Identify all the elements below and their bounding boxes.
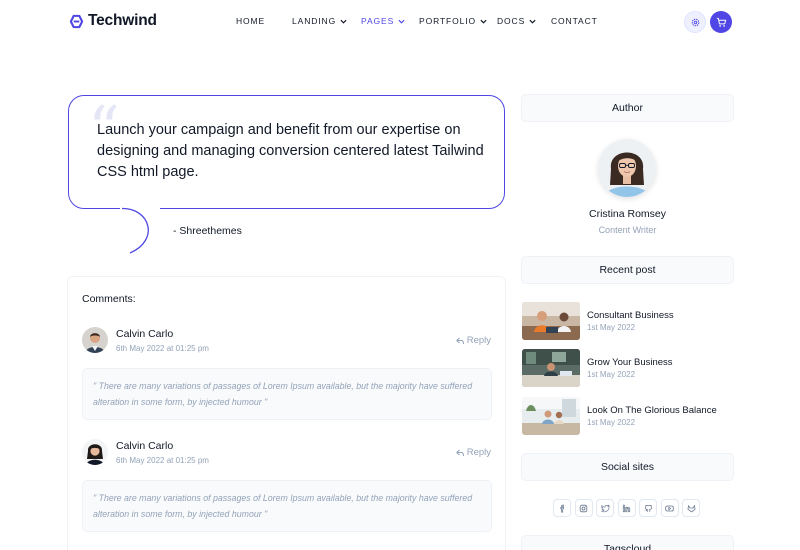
author-heading: Author — [521, 94, 734, 122]
menu-item-label: DOCS — [497, 16, 526, 26]
menu-item-label: CONTACT — [551, 16, 598, 26]
menu-item-home[interactable]: HOME — [236, 16, 265, 26]
recent-post-item[interactable]: Look On The Glorious Balance 1st May 202… — [522, 397, 734, 435]
avatar — [82, 439, 108, 465]
post-title[interactable]: Grow Your Business — [587, 357, 673, 368]
gitlab-link[interactable] — [682, 499, 700, 517]
comment-text: " There are many variations of passages … — [82, 368, 492, 420]
post-thumbnail — [522, 302, 580, 340]
menu-item-label: PAGES — [361, 16, 395, 26]
cart-button[interactable] — [710, 11, 732, 33]
main-menu: HOME LANDING PAGES PORTFOLIO DOCS CONTAC… — [0, 16, 800, 28]
author-avatar — [598, 139, 656, 197]
comment-date: 6th May 2022 at 01:25 pm — [116, 344, 209, 353]
social-links — [553, 499, 700, 517]
youtube-icon — [665, 505, 674, 511]
chevron-down-icon — [480, 19, 487, 24]
reply-label: Reply — [466, 447, 491, 458]
menu-item-portfolio[interactable]: PORTFOLIO — [419, 16, 487, 26]
reply-icon — [455, 337, 464, 344]
menu-item-pages[interactable]: PAGES — [361, 16, 405, 26]
linkedin-link[interactable] — [617, 499, 636, 517]
reply-label: Reply — [466, 335, 491, 346]
author-role: Content Writer — [598, 225, 657, 235]
quote-tail — [120, 200, 160, 254]
instagram-icon — [579, 504, 588, 512]
menu-item-landing[interactable]: LANDING — [292, 16, 347, 26]
menu-item-label: PORTFOLIO — [419, 16, 477, 26]
cart-icon — [716, 17, 726, 27]
github-icon — [644, 504, 652, 512]
post-thumbnail — [522, 349, 580, 387]
quote-text: Launch your campaign and benefit from ou… — [97, 122, 484, 180]
post-thumbnail — [522, 397, 580, 435]
tagscloud-heading: Tagscloud — [521, 535, 734, 550]
menu-item-label: LANDING — [292, 16, 337, 26]
reply-button[interactable]: Reply — [455, 335, 491, 346]
reply-button[interactable]: Reply — [455, 447, 491, 458]
reply-icon — [455, 449, 464, 456]
twitter-link[interactable] — [596, 499, 614, 517]
quote-author: - Shreethemes — [173, 225, 242, 237]
chevron-down-icon — [529, 19, 536, 24]
gear-icon — [691, 18, 699, 26]
comment-date: 6th May 2022 at 01:25 pm — [116, 456, 209, 465]
github-link[interactable] — [639, 499, 657, 517]
menu-item-label: HOME — [236, 16, 266, 26]
gitlab-icon — [687, 504, 695, 512]
recent-post-heading: Recent post — [521, 256, 734, 284]
chevron-down-icon — [398, 19, 405, 24]
post-date: 1st May 2022 — [587, 323, 636, 332]
chevron-down-icon — [340, 19, 347, 24]
avatar — [82, 327, 108, 353]
twitter-icon — [600, 504, 610, 512]
settings-button[interactable] — [684, 11, 706, 33]
post-title[interactable]: Look On The Glorious Balance — [587, 405, 717, 416]
youtube-link[interactable] — [660, 499, 679, 517]
comment-author: Calvin Carlo — [116, 328, 174, 340]
navbar: Techwind HOME LANDING PAGES PORTFOLIO DO… — [0, 0, 800, 44]
post-date: 1st May 2022 — [587, 418, 636, 427]
instagram-link[interactable] — [574, 499, 593, 517]
recent-post-item[interactable]: Consultant Business 1st May 2022 — [522, 302, 734, 340]
post-title[interactable]: Consultant Business — [587, 310, 674, 321]
author-name[interactable]: Cristina Romsey — [521, 208, 734, 220]
recent-post-item[interactable]: Grow Your Business 1st May 2022 — [522, 349, 734, 387]
comments-title: Comments: — [82, 293, 136, 305]
linkedin-icon — [622, 504, 631, 512]
social-sites-heading: Social sites — [521, 453, 734, 481]
comment-text: " There are many variations of passages … — [82, 480, 492, 532]
facebook-icon — [559, 504, 564, 512]
menu-item-docs[interactable]: DOCS — [497, 16, 536, 26]
facebook-link[interactable] — [553, 499, 571, 517]
comment-author: Calvin Carlo — [116, 440, 174, 452]
menu-item-contact[interactable]: CONTACT — [551, 16, 598, 26]
post-date: 1st May 2022 — [587, 370, 636, 379]
